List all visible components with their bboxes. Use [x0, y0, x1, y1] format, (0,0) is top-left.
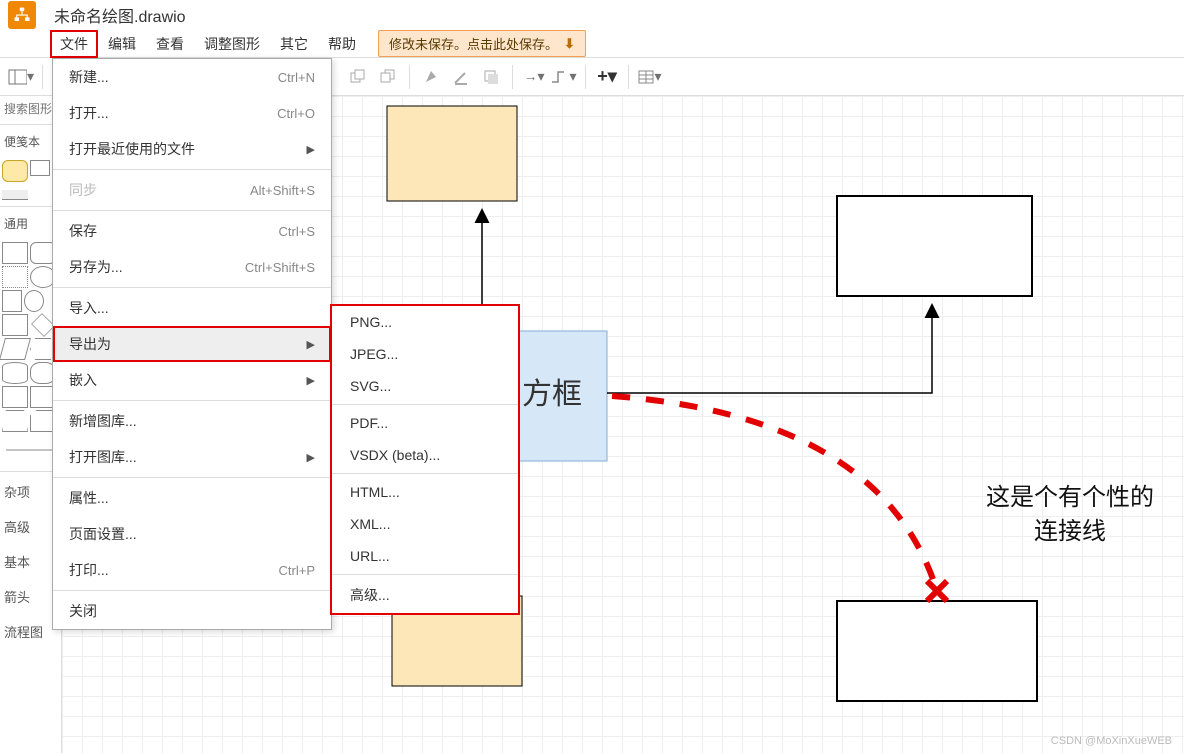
- menu-sync: 同步Alt+Shift+S: [53, 172, 331, 208]
- menu-save[interactable]: 保存Ctrl+S: [53, 213, 331, 249]
- line-color-icon[interactable]: [448, 64, 474, 90]
- x-marker-icon: [927, 581, 947, 601]
- menu-open-recent[interactable]: 打开最近使用的文件▶: [53, 131, 331, 167]
- to-front-icon[interactable]: [345, 64, 371, 90]
- menu-print[interactable]: 打印...Ctrl+P: [53, 552, 331, 588]
- shape-document[interactable]: [2, 386, 28, 408]
- edge-dashed-red[interactable]: [612, 396, 937, 591]
- menu-edit[interactable]: 编辑: [98, 30, 146, 58]
- title-bar: 未命名绘图.drawio: [0, 0, 1184, 30]
- export-advanced[interactable]: 高级...: [332, 577, 518, 613]
- menu-bar: 文件 编辑 查看 调整图形 其它 帮助 修改未保存。点击此处保存。 ⬇: [0, 30, 1184, 58]
- unsaved-notice[interactable]: 修改未保存。点击此处保存。 ⬇: [378, 30, 586, 57]
- sticky-stack-icon[interactable]: [2, 160, 28, 182]
- document-title[interactable]: 未命名绘图.drawio: [54, 3, 186, 27]
- table-icon[interactable]: ▾: [637, 64, 663, 90]
- shape-cylinder[interactable]: [2, 362, 28, 384]
- menu-properties[interactable]: 属性...: [53, 480, 331, 516]
- connection-icon[interactable]: →▾: [521, 64, 547, 90]
- shape-right-bottom[interactable]: [837, 601, 1037, 701]
- shape-rect[interactable]: [2, 242, 28, 264]
- shape-circle[interactable]: [24, 290, 44, 312]
- menu-save-as[interactable]: 另存为...Ctrl+Shift+S: [53, 249, 331, 285]
- export-url[interactable]: URL...: [332, 540, 518, 572]
- menu-import[interactable]: 导入...: [53, 290, 331, 326]
- annotation-text: 这是个有个性的连接线: [986, 481, 1154, 548]
- menu-open[interactable]: 打开...Ctrl+O: [53, 95, 331, 131]
- shape-right-top[interactable]: [837, 196, 1032, 296]
- export-png[interactable]: PNG...: [332, 306, 518, 338]
- menu-file[interactable]: 文件: [50, 30, 98, 58]
- menu-page-setup[interactable]: 页面设置...: [53, 516, 331, 552]
- app-logo[interactable]: [8, 1, 36, 29]
- menu-embed[interactable]: 嵌入▶: [53, 362, 331, 398]
- watermark: CSDN @MoXinXueWEB: [1051, 735, 1172, 747]
- unsaved-notice-text: 修改未保存。点击此处保存。: [389, 34, 558, 53]
- shape-rect-small[interactable]: [30, 160, 50, 176]
- menu-new[interactable]: 新建...Ctrl+N: [53, 59, 331, 95]
- shape-trapezoid[interactable]: [2, 410, 28, 432]
- menu-new-library[interactable]: 新增图库...: [53, 403, 331, 439]
- menu-extras[interactable]: 其它: [270, 30, 318, 58]
- shadow-icon[interactable]: [478, 64, 504, 90]
- export-html[interactable]: HTML...: [332, 476, 518, 508]
- menu-open-library[interactable]: 打开图库...▶: [53, 439, 331, 475]
- menu-arrange[interactable]: 调整图形: [194, 30, 270, 58]
- file-menu-dropdown: 新建...Ctrl+N 打开...Ctrl+O 打开最近使用的文件▶ 同步Alt…: [52, 58, 332, 630]
- menu-view[interactable]: 查看: [146, 30, 194, 58]
- to-back-icon[interactable]: [375, 64, 401, 90]
- shape-top-orange[interactable]: [387, 106, 517, 201]
- center-box-label: 方框: [522, 378, 582, 411]
- waypoints-icon[interactable]: ▾: [551, 64, 577, 90]
- insert-icon[interactable]: +▾: [594, 64, 620, 90]
- edge-to-right-top[interactable]: [607, 306, 932, 393]
- export-jpeg[interactable]: JPEG...: [332, 338, 518, 370]
- export-xml[interactable]: XML...: [332, 508, 518, 540]
- shape-process[interactable]: [2, 314, 28, 336]
- menu-help[interactable]: 帮助: [318, 30, 366, 58]
- fill-color-icon[interactable]: [418, 64, 444, 90]
- export-submenu: PNG... JPEG... SVG... PDF... VSDX (beta)…: [330, 304, 520, 615]
- export-vsdx[interactable]: VSDX (beta)...: [332, 439, 518, 471]
- view-dropdown[interactable]: ▾: [8, 64, 34, 90]
- shape-text[interactable]: [2, 266, 28, 288]
- shape-parallelogram[interactable]: [0, 338, 31, 360]
- shape-square[interactable]: [2, 290, 22, 312]
- shape-label[interactable]: [2, 190, 28, 200]
- download-icon: ⬇: [564, 36, 575, 52]
- menu-export-as[interactable]: 导出为▶: [53, 326, 331, 362]
- menu-close[interactable]: 关闭: [53, 593, 331, 629]
- export-svg[interactable]: SVG...: [332, 370, 518, 402]
- search-shapes-input[interactable]: [0, 96, 58, 122]
- export-pdf[interactable]: PDF...: [332, 407, 518, 439]
